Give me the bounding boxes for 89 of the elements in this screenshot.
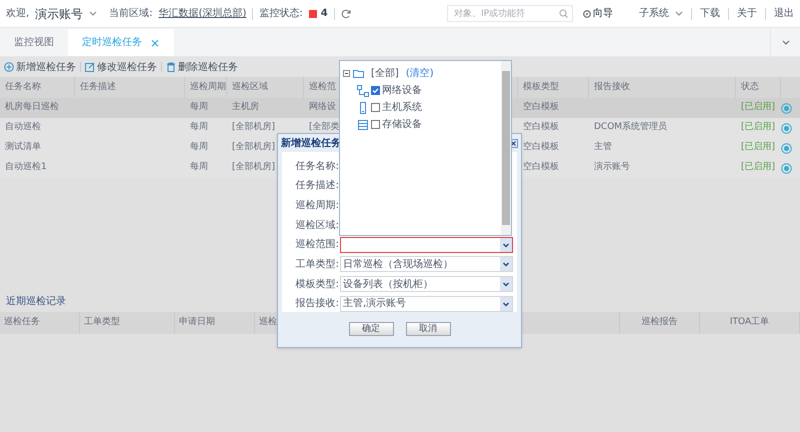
caret-icon (675, 10, 683, 16)
table-cell: 测试清单 (5, 142, 41, 152)
compass-icon (583, 10, 591, 18)
field-label: 巡检周期: (294, 198, 340, 214)
plus-circle-icon (4, 62, 14, 72)
table-cell: 网络设 (309, 102, 336, 112)
dialog-button[interactable]: 取消 (406, 322, 450, 336)
caret-icon (89, 10, 98, 16)
table-cell: 每周 (190, 102, 208, 112)
search-icon (559, 9, 568, 18)
chevron-down-icon (782, 40, 790, 46)
table-cell: [全部机房] (232, 122, 276, 132)
column-header: 巡检任务 (4, 316, 40, 330)
area-label: 当前区域: (109, 6, 153, 21)
radio-icon (781, 142, 792, 154)
edit-icon (85, 62, 95, 72)
table-cell: 主管 (594, 142, 612, 152)
radio-icon (781, 122, 792, 134)
table-cell: [已启用] (741, 162, 776, 172)
table-cell: [全部机房] (232, 142, 276, 152)
table-cell: 空白模板 (523, 102, 559, 112)
table-cell: [已启用] (741, 102, 776, 112)
table-cell: [全部机房] (232, 162, 276, 172)
table-cell: [全部类 (309, 122, 340, 132)
header-link[interactable]: 下载 (700, 6, 720, 21)
tree-item[interactable]: 网络设备 (382, 83, 422, 98)
tree-item[interactable]: 存储设备 (382, 117, 422, 132)
dialog-button[interactable]: 确定 (348, 322, 394, 336)
select-field[interactable]: 日常巡检（含现场巡检） (340, 256, 513, 272)
select-field[interactable] (340, 236, 513, 253)
toolbar-button[interactable]: 修改巡检任务 (85, 60, 157, 74)
guide-link[interactable]: 向导 (593, 6, 613, 21)
trash-icon (166, 62, 176, 72)
radio-icon (781, 102, 792, 114)
toolbar-button[interactable]: 删除巡检任务 (166, 60, 238, 74)
field-label: 工单类型: (294, 258, 340, 272)
table-cell: 每周 (190, 142, 208, 152)
storage-icon (357, 118, 369, 130)
field-label: 任务描述: (294, 178, 340, 194)
checkbox[interactable] (371, 86, 380, 95)
server-icon (357, 102, 369, 114)
alarm-count: 4 (320, 7, 328, 21)
table-cell: 空白模板 (523, 162, 559, 172)
user-menu[interactable]: 演示账号 (35, 4, 84, 22)
table-cell: 自动巡检1 (5, 162, 47, 172)
table-cell: 自动巡检 (5, 122, 41, 132)
radio-icon (781, 162, 792, 174)
column-header: 巡检 (259, 316, 277, 330)
scrollbar[interactable] (501, 61, 511, 235)
table-cell: 每周 (190, 162, 208, 172)
collapse-icon[interactable] (343, 70, 350, 77)
table-cell: 每周 (190, 122, 208, 132)
select-field[interactable]: 设备列表（按机柜） (340, 276, 513, 292)
field-label: 报告接收: (294, 296, 340, 312)
tree-item[interactable]: 主机系统 (382, 100, 422, 115)
field-label: 巡检范围: (294, 238, 340, 252)
select-field[interactable]: 主管,演示账号 (340, 296, 513, 312)
checkbox[interactable] (371, 103, 380, 112)
field-label: 巡检区域: (294, 218, 340, 233)
field-label: 模板类型: (294, 278, 340, 292)
section-title: 近期巡检记录 (6, 294, 66, 308)
table-cell: [已启用] (741, 122, 776, 132)
dialog-title: 新增巡检任务 (281, 136, 341, 150)
search-field[interactable]: 对象、IP或功能符 (447, 5, 573, 22)
field-label: 任务名称: (294, 160, 340, 174)
header-link[interactable]: 关于 (737, 6, 757, 21)
monitor-label: 监控状态: (259, 6, 303, 21)
table-cell: DCOM系统管理员 (594, 122, 668, 132)
subsystem-menu[interactable]: 子系统 (639, 6, 669, 21)
tab[interactable]: 监控视图 (0, 29, 68, 56)
column-header: 工单类型 (84, 316, 120, 330)
table-cell: 空白模板 (523, 142, 559, 152)
alarm-square-icon (308, 10, 317, 18)
welcome-text: 欢迎, (6, 6, 30, 21)
table-cell: 演示账号 (594, 162, 630, 172)
folder-icon (353, 69, 364, 78)
column-header: 巡检报告 (642, 316, 678, 330)
network-icon (357, 84, 369, 96)
toolbar-button[interactable]: 新增巡检任务 (4, 60, 76, 74)
area-link[interactable]: 华汇数据(深圳总部) (158, 6, 246, 21)
header-link[interactable]: 退出 (774, 6, 794, 21)
table-cell: [已启用] (741, 142, 776, 152)
refresh-icon (340, 8, 351, 18)
table-cell: 机房每日巡检 (5, 102, 59, 112)
table-cell: 空白模板 (523, 122, 559, 132)
checkbox[interactable] (371, 120, 380, 129)
column-header: 申请日期 (179, 316, 215, 330)
column-header: ITOA工单 (730, 316, 770, 330)
table-cell: 主机房 (232, 102, 259, 112)
